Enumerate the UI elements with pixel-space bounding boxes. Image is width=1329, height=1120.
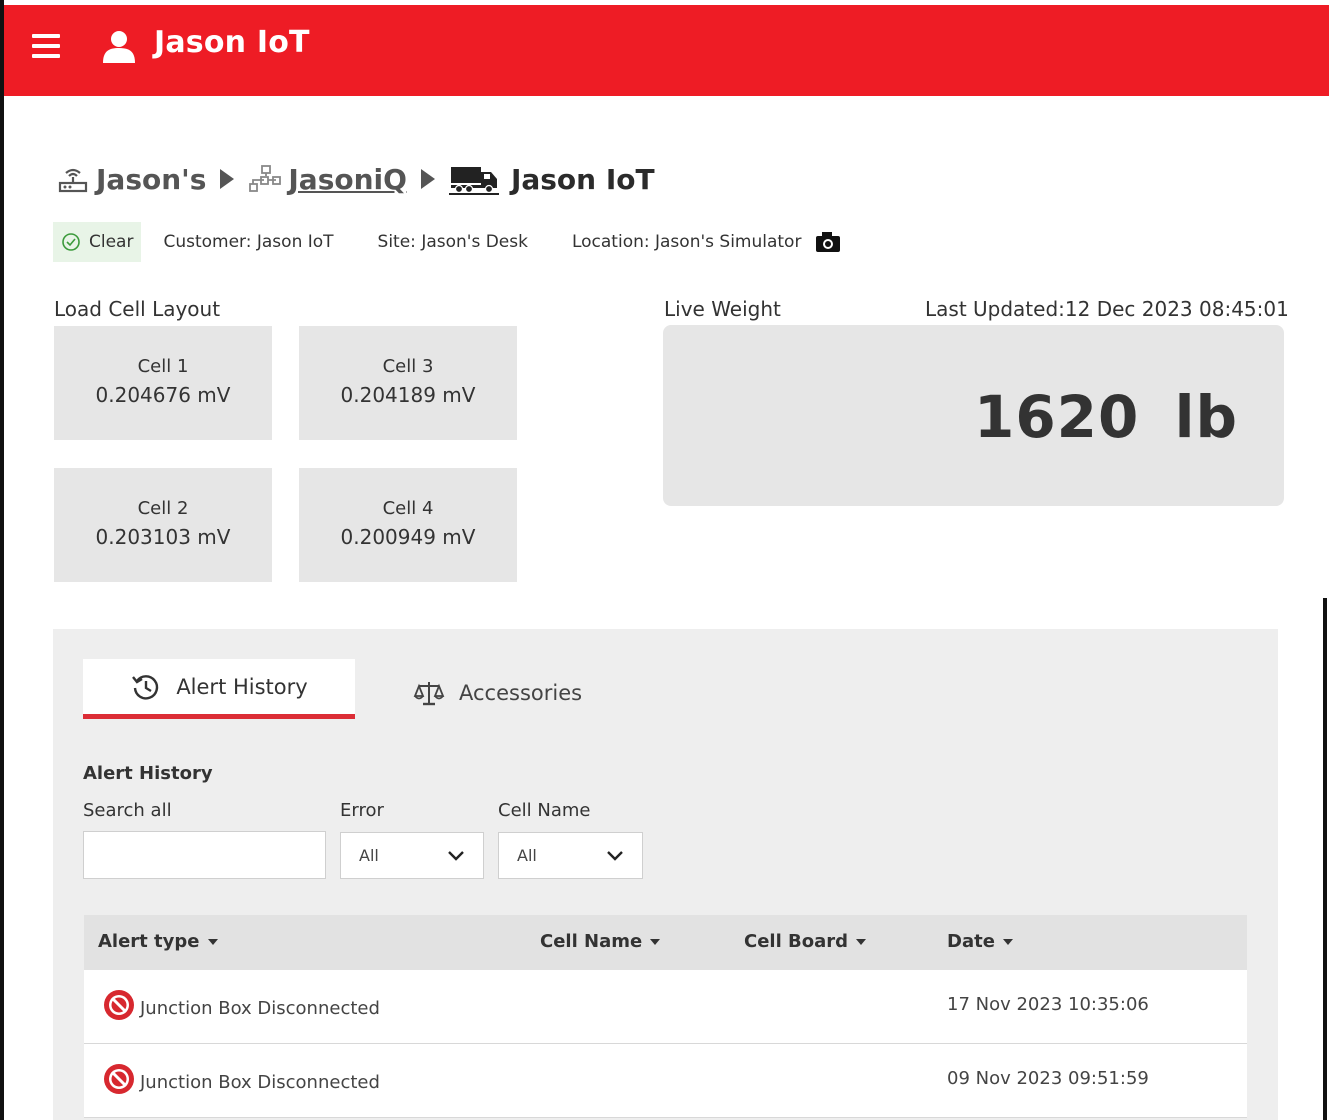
- tab-label: Accessories: [459, 681, 583, 705]
- cell-name-select-value: All: [517, 846, 537, 865]
- error-select-value: All: [359, 846, 379, 865]
- live-weight-title: Live Weight: [664, 297, 781, 321]
- cell-value: 0.204189 mV: [340, 383, 476, 407]
- tab-alert-history[interactable]: Alert History: [83, 659, 355, 719]
- breadcrumb: Jason's JasoniQ Jason IoT: [56, 157, 655, 201]
- breadcrumb-separator-icon: [420, 169, 435, 189]
- breadcrumb-label: Jason's: [96, 162, 207, 196]
- cell-value: 0.200949 mV: [340, 525, 476, 549]
- load-cell-title: Load Cell Layout: [54, 297, 221, 321]
- tabs-panel: Alert History Accessories Alert History …: [53, 629, 1278, 1120]
- check-circle-icon: [62, 233, 80, 251]
- cell-card[interactable]: Cell 2 0.203103 mV: [54, 468, 272, 582]
- customer-text: Customer: Jason IoT: [163, 232, 334, 252]
- cell-name: Cell 3: [382, 356, 434, 377]
- cell-value: 0.203103 mV: [95, 525, 231, 549]
- column-header-cell-name[interactable]: Cell Name: [540, 931, 661, 952]
- breadcrumb-item-current: Jason IoT: [448, 162, 655, 196]
- breadcrumb-item-jasons[interactable]: Jason's: [56, 163, 206, 196]
- scale-icon: [413, 682, 445, 706]
- date-cell: 17 Nov 2023 10:35:06: [947, 994, 1149, 1015]
- left-edge: [0, 0, 4, 1120]
- table-row[interactable]: Junction Box Disconnected 17 Nov 2023 10…: [84, 970, 1247, 1044]
- site-text: Site: Jason's Desk: [377, 232, 528, 252]
- no-entry-icon: [104, 1064, 134, 1094]
- status-text: Clear: [89, 232, 134, 252]
- user-icon[interactable]: [101, 29, 137, 65]
- weight-value: 1620 lb: [973, 383, 1238, 451]
- column-header-date[interactable]: Date: [947, 931, 1013, 952]
- sort-caret-icon: [856, 938, 867, 945]
- status-badge: Clear: [53, 222, 142, 262]
- alert-history-heading: Alert History: [83, 763, 213, 784]
- location-text: Location: Jason's Simulator: [571, 232, 802, 252]
- truck-icon: [448, 167, 499, 195]
- sort-caret-icon: [207, 938, 218, 945]
- history-icon: [132, 674, 159, 700]
- top-bar: Jason IoT: [4, 5, 1329, 96]
- column-header-alert-type[interactable]: Alert type: [98, 931, 218, 952]
- cell-name-select[interactable]: All: [498, 832, 643, 879]
- table-row[interactable]: Junction Box Disconnected 09 Nov 2023 09…: [84, 1044, 1247, 1118]
- tab-accessories[interactable]: Accessories: [413, 665, 582, 721]
- tab-label: Alert History: [176, 674, 308, 699]
- breadcrumb-item-jasoniq[interactable]: JasoniQ: [248, 163, 407, 196]
- alert-table: Alert type Cell Name Cell Board Date Jun…: [84, 915, 1247, 1118]
- page-title: Jason IoT: [510, 162, 655, 196]
- breadcrumb-link[interactable]: JasoniQ: [288, 163, 407, 196]
- menu-icon[interactable]: [32, 34, 60, 58]
- search-label: Search all: [83, 800, 172, 821]
- breadcrumb-separator-icon: [220, 169, 235, 189]
- cell-name: Cell 4: [382, 498, 434, 519]
- chevron-down-icon: [607, 850, 623, 861]
- chevron-down-icon: [448, 850, 464, 861]
- network-tree-icon: [249, 165, 282, 192]
- live-weight-panel: 1620 lb: [663, 325, 1284, 506]
- device-info-row: Clear Customer: Jason IoT Site: Jason's …: [53, 222, 841, 262]
- cell-value: 0.204676 mV: [95, 383, 231, 407]
- sort-caret-icon: [650, 938, 661, 945]
- sort-caret-icon: [1002, 938, 1013, 945]
- router-icon: [58, 168, 88, 193]
- cell-name: Cell 2: [137, 498, 189, 519]
- cell-name: Cell 1: [137, 356, 189, 377]
- app-window: Jason IoT Jason's JasoniQ Jason IoT Clea…: [0, 0, 1329, 1120]
- no-entry-icon: [104, 990, 134, 1020]
- cell-name-filter-label: Cell Name: [498, 800, 591, 821]
- column-header-cell-board[interactable]: Cell Board: [744, 931, 867, 952]
- right-edge: [1323, 598, 1327, 1120]
- error-select[interactable]: All: [340, 832, 484, 879]
- app-title: Jason IoT: [154, 25, 310, 60]
- error-filter-label: Error: [340, 800, 384, 821]
- date-cell: 09 Nov 2023 09:51:59: [947, 1068, 1149, 1089]
- alert-type-cell: Junction Box Disconnected: [102, 1064, 380, 1096]
- cell-card[interactable]: Cell 3 0.204189 mV: [299, 326, 517, 440]
- cell-card[interactable]: Cell 4 0.200949 mV: [299, 468, 517, 582]
- table-header: Alert type Cell Name Cell Board Date: [84, 915, 1247, 970]
- last-updated-text: Last Updated:12 Dec 2023 08:45:01: [925, 297, 1289, 321]
- alert-type-cell: Junction Box Disconnected: [102, 990, 380, 1022]
- search-input[interactable]: [83, 831, 326, 879]
- camera-icon[interactable]: [815, 231, 841, 253]
- cell-card[interactable]: Cell 1 0.204676 mV: [54, 326, 272, 440]
